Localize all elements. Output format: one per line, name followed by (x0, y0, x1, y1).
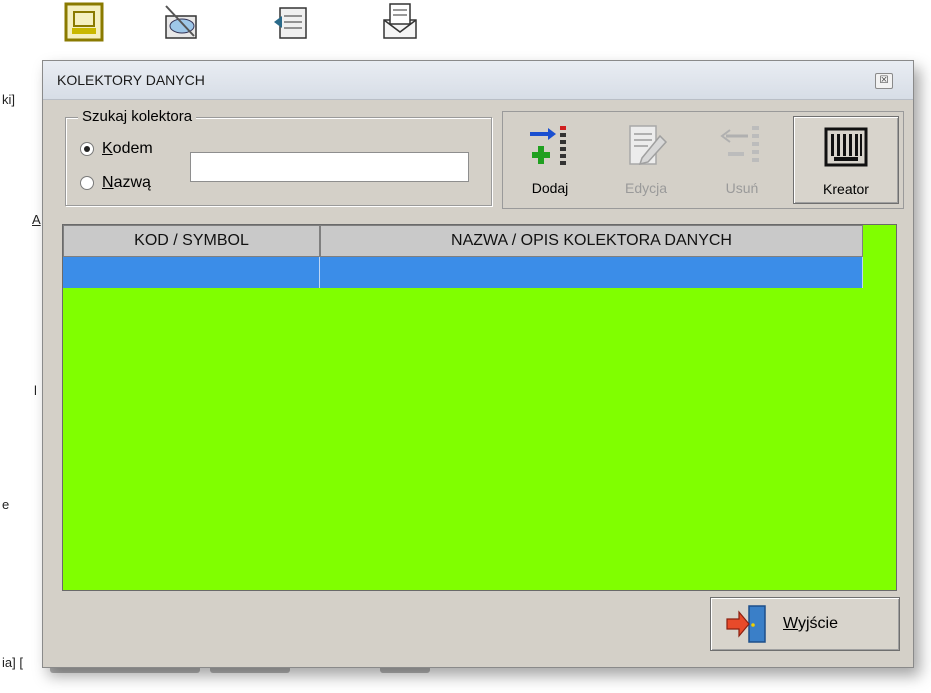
edit-document-icon (629, 125, 668, 166)
wizard-button[interactable]: Kreator (793, 116, 899, 204)
table-row[interactable] (63, 257, 863, 288)
exit-door-icon (726, 605, 766, 643)
bg-app-icon-3[interactable] (272, 2, 312, 42)
delete-button-label: Usuń (725, 180, 759, 196)
bg-app-icon-4[interactable] (380, 2, 420, 42)
radio-button-checked[interactable] (80, 142, 94, 156)
dialog-title: KOLEKTORY DANYCH (57, 72, 205, 88)
grid-header: KOD / SYMBOL NAZWA / OPIS KOLEKTORA DANY… (63, 225, 863, 257)
add-button[interactable]: Dodaj (507, 116, 593, 202)
action-toolbar: Dodaj Edycja Usuń Kreator (502, 111, 904, 209)
exit-button-label: Wyjście (783, 615, 838, 632)
search-group: Szukaj kolektora Kodem Nazwą (65, 108, 492, 206)
cell-name[interactable] (320, 257, 863, 288)
column-header-name[interactable]: NAZWA / OPIS KOLEKTORA DANYCH (320, 225, 863, 257)
barcode-icon (824, 127, 868, 167)
search-input[interactable] (190, 152, 469, 182)
remove-list-icon (720, 126, 759, 162)
collectors-grid[interactable]: KOD / SYMBOL NAZWA / OPIS KOLEKTORA DANY… (62, 224, 897, 591)
radio-label-code: Kodem (102, 140, 153, 157)
radio-button[interactable] (80, 176, 94, 190)
radio-by-name[interactable]: Nazwą (80, 174, 151, 192)
bg-fragment: ki] (2, 92, 15, 107)
bg-app-icon-1[interactable] (64, 2, 104, 42)
exit-button[interactable]: Wyjście (710, 597, 900, 651)
bg-fragment: ia] [ (2, 655, 23, 670)
search-group-legend: Szukaj kolektora (78, 108, 197, 125)
bg-app-icon-2[interactable] (160, 2, 200, 42)
edit-button[interactable]: Edycja (603, 116, 689, 202)
delete-button[interactable]: Usuń (699, 116, 785, 202)
close-button[interactable]: ☒ (875, 73, 893, 89)
bg-fragment: A (32, 212, 41, 227)
add-button-label: Dodaj (531, 180, 569, 196)
wizard-button-label: Kreator (823, 181, 869, 197)
bg-fragment: l (34, 383, 37, 398)
cell-code[interactable] (63, 257, 320, 288)
radio-label-name: Nazwą (102, 174, 151, 191)
dialog-titlebar[interactable]: KOLEKTORY DANYCH ☒ (43, 61, 913, 100)
collector-dialog: KOLEKTORY DANYCH ☒ Szukaj kolektora Kode… (42, 60, 914, 668)
add-list-icon (530, 126, 566, 165)
radio-by-code[interactable]: Kodem (80, 140, 153, 158)
edit-button-label: Edycja (624, 180, 668, 196)
column-header-code[interactable]: KOD / SYMBOL (63, 225, 320, 257)
bg-fragment: e (2, 497, 10, 512)
